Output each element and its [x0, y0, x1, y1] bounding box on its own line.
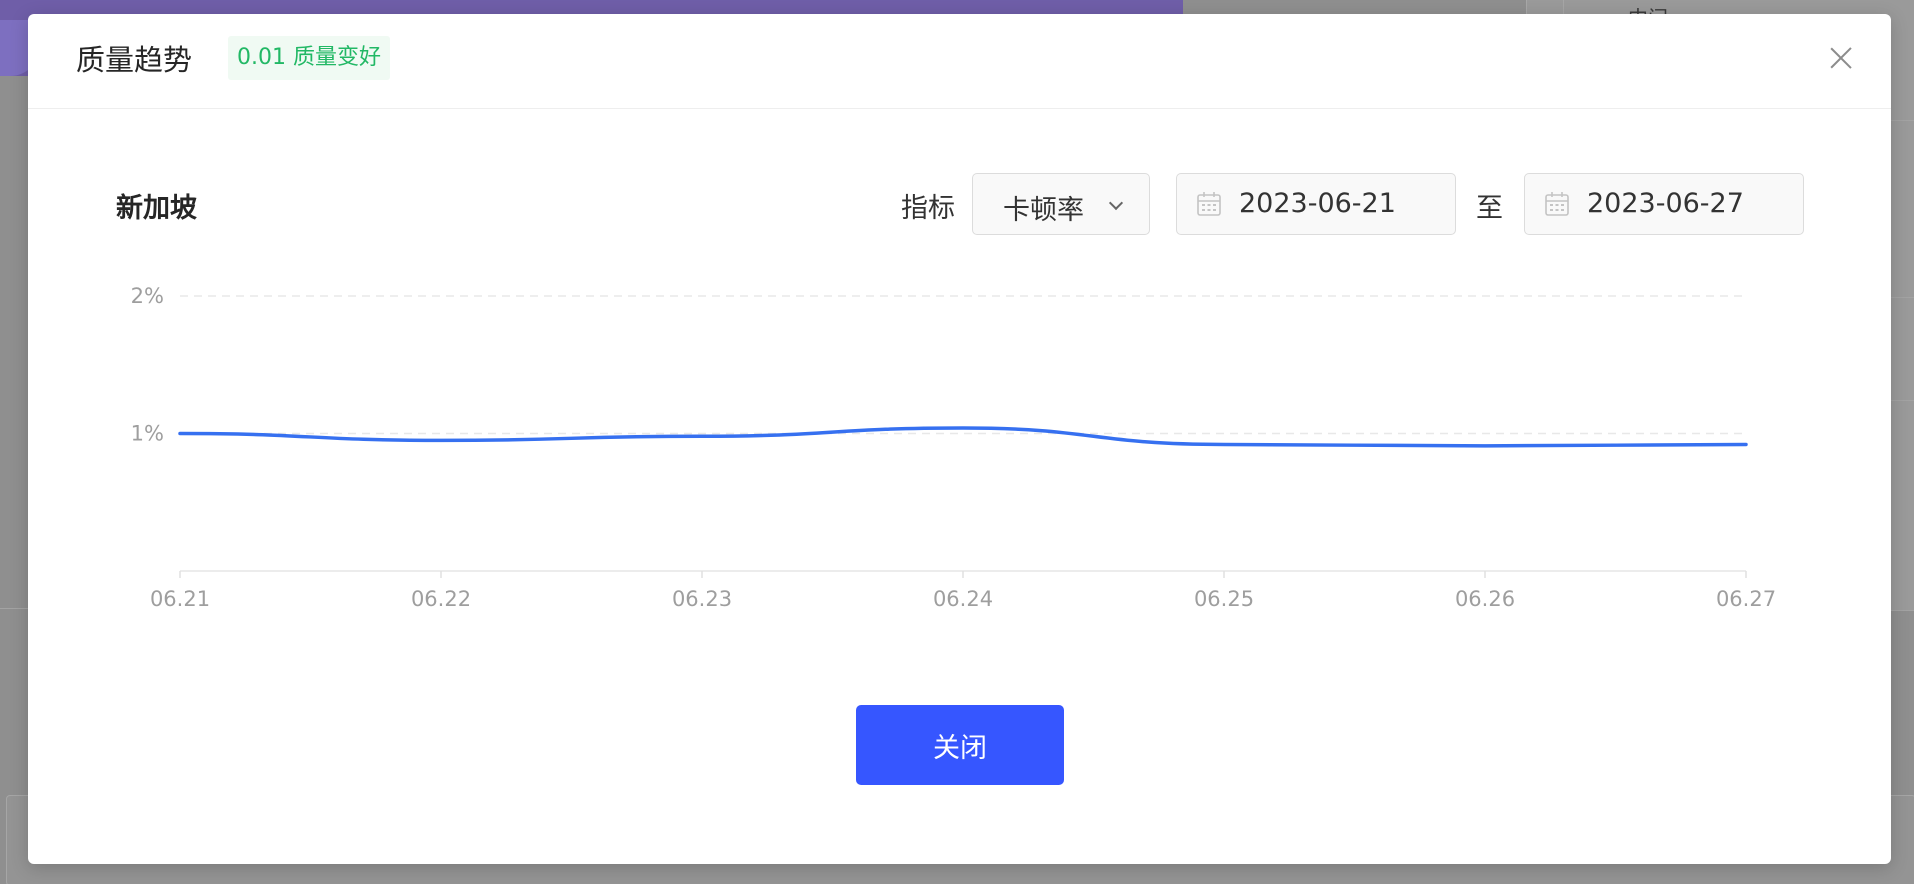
background-divider	[1890, 297, 1914, 298]
background-divider	[1890, 120, 1914, 121]
x-tick-label: 06.22	[411, 587, 471, 611]
close-button[interactable]: 关闭	[856, 705, 1064, 785]
x-tick-label: 06.23	[672, 587, 732, 611]
series-line	[178, 426, 1748, 448]
x-tick-label: 06.26	[1455, 587, 1515, 611]
y-tick-label: 1%	[131, 422, 164, 446]
background-divider	[1890, 400, 1914, 401]
background-divider	[0, 608, 28, 609]
x-tick-label: 06.25	[1194, 587, 1254, 611]
quality-trend-modal: 质量趋势 0.01 质量变好 新加坡 指标 卡顿率 2023-06-21 至 2…	[28, 14, 1891, 864]
x-tick-label: 06.24	[933, 587, 993, 611]
x-tick-label: 06.21	[150, 587, 210, 611]
quality-trend-chart: 2% 1% 06.21 06.22 06.23 06.24 06.25 06.26 06.27	[131, 284, 1776, 611]
y-tick-label: 2%	[131, 284, 164, 308]
x-tick-label: 06.27	[1716, 587, 1776, 611]
